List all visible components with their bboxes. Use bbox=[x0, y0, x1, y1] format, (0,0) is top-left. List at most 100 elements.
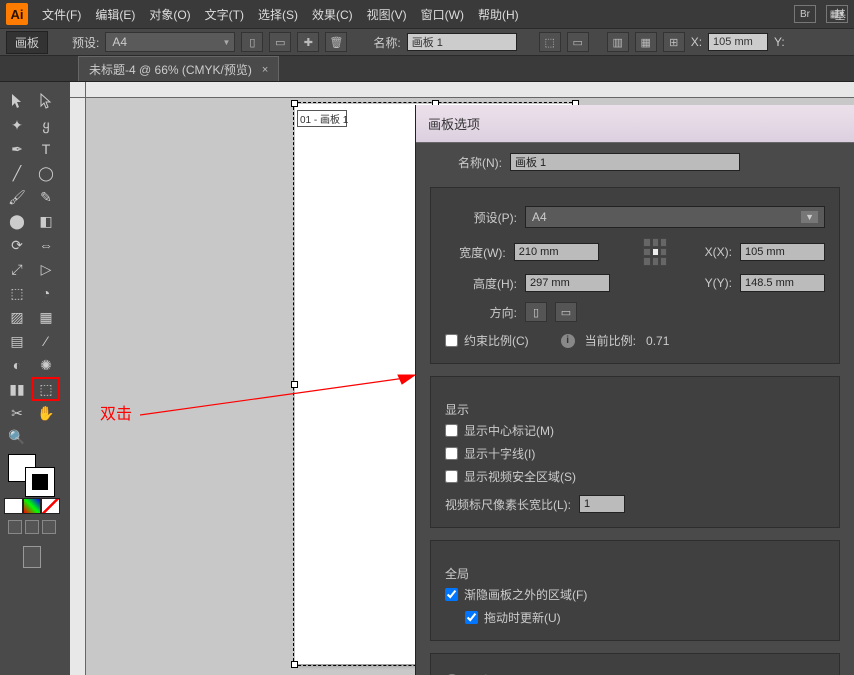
column-graph-tool[interactable]: ▮▮ bbox=[4, 378, 30, 400]
preset-select[interactable]: A4 bbox=[105, 32, 235, 52]
menu-select[interactable]: 选择(S) bbox=[252, 3, 304, 26]
orientation-landscape[interactable]: ▭ bbox=[555, 302, 577, 322]
selection-tool[interactable] bbox=[4, 90, 30, 112]
menu-edit[interactable]: 编辑(E) bbox=[89, 3, 141, 26]
handle-nw[interactable] bbox=[291, 100, 298, 107]
ruler-horizontal[interactable] bbox=[86, 82, 854, 98]
eraser-tool[interactable]: ◧ bbox=[33, 210, 59, 232]
color-mode-solid[interactable] bbox=[4, 498, 23, 514]
reflect-tool[interactable]: ⇔ bbox=[33, 234, 59, 256]
constrain-proportions-label: 约束比例(C) bbox=[464, 332, 529, 349]
new-artboard-button[interactable]: ✚ bbox=[297, 32, 319, 52]
menu-help[interactable]: 帮助(H) bbox=[472, 3, 525, 26]
hand-tool[interactable]: ✋ bbox=[33, 402, 59, 424]
eyedropper-tool[interactable]: ⁄ bbox=[33, 330, 59, 352]
artboard-options-button[interactable]: ▭ bbox=[567, 32, 589, 52]
lasso-tool[interactable]: ყ bbox=[33, 114, 59, 136]
free-transform-tool[interactable]: ⬚ bbox=[4, 282, 30, 304]
menu-object[interactable]: 对象(O) bbox=[143, 3, 196, 26]
handle-sw[interactable] bbox=[291, 661, 298, 668]
show-safe-checkbox[interactable] bbox=[445, 470, 458, 483]
paintbrush-tool[interactable]: 🖌 bbox=[4, 186, 30, 208]
name-label: 名称: bbox=[373, 34, 400, 51]
show-center-checkbox[interactable] bbox=[445, 424, 458, 437]
reference-point[interactable]: ⊞ bbox=[663, 32, 685, 52]
document-tab[interactable]: 未标题-4 @ 66% (CMYK/预览) × bbox=[78, 56, 279, 81]
update-drag-checkbox[interactable] bbox=[465, 611, 478, 624]
width-field[interactable] bbox=[514, 243, 599, 261]
reference-point-grid[interactable] bbox=[643, 238, 667, 266]
magic-wand-tool[interactable]: ✦ bbox=[4, 114, 30, 136]
draw-normal[interactable] bbox=[8, 520, 22, 534]
zoom-tool[interactable]: 🔍 bbox=[4, 426, 30, 448]
preset-field-label: 预设(P): bbox=[445, 209, 517, 226]
pen-tool[interactable]: ✒ bbox=[4, 138, 30, 160]
move-artwork-toggle[interactable]: ⬚ bbox=[539, 32, 561, 52]
tab-title: 未标题-4 @ 66% (CMYK/预览) bbox=[89, 61, 252, 78]
align-to-button[interactable]: ▥ bbox=[607, 32, 629, 52]
screen-mode-button[interactable] bbox=[4, 540, 60, 568]
dlg-x-field[interactable] bbox=[740, 243, 825, 261]
blob-brush-tool[interactable]: ⬤ bbox=[4, 210, 30, 232]
draw-inside[interactable] bbox=[42, 520, 56, 534]
fill-stroke-swatches[interactable] bbox=[4, 454, 60, 496]
shape-builder-tool[interactable]: ◔ bbox=[33, 282, 59, 304]
constrain-proportions-checkbox[interactable] bbox=[445, 334, 458, 347]
rotate-tool[interactable]: ⟳ bbox=[4, 234, 30, 256]
bridge-button[interactable]: Br bbox=[794, 5, 816, 23]
rearrange-button[interactable]: ▦ bbox=[635, 32, 657, 52]
ruler-vertical[interactable] bbox=[70, 98, 86, 675]
orientation-portrait-button[interactable]: ▯ bbox=[241, 32, 263, 52]
pencil-tool[interactable]: ✎ bbox=[33, 186, 59, 208]
gradient-tool[interactable]: ▤ bbox=[4, 330, 30, 352]
x-input[interactable] bbox=[708, 33, 768, 51]
y-label: Y: bbox=[774, 35, 785, 49]
ellipse-tool[interactable]: ◯ bbox=[33, 162, 59, 184]
symbol-sprayer-tool[interactable]: ✺ bbox=[33, 354, 59, 376]
stroke-swatch[interactable] bbox=[26, 468, 54, 496]
width-label: 宽度(W): bbox=[445, 244, 506, 261]
menu-effect[interactable]: 效果(C) bbox=[306, 3, 359, 26]
menu-window[interactable]: 窗口(W) bbox=[415, 3, 470, 26]
scale-tool[interactable]: ⤢ bbox=[4, 258, 30, 280]
artboard-tool[interactable]: ⬚ bbox=[33, 378, 59, 400]
ruler-origin[interactable] bbox=[70, 82, 86, 98]
preset-field[interactable]: A4 bbox=[525, 206, 825, 228]
menu-view[interactable]: 视图(V) bbox=[361, 3, 413, 26]
menu-file[interactable]: 文件(F) bbox=[36, 3, 87, 26]
slice-tool[interactable]: ✂ bbox=[4, 402, 30, 424]
direct-selection-tool[interactable] bbox=[33, 90, 59, 112]
color-mode-none[interactable] bbox=[41, 498, 60, 514]
control-bar: 画板 预设: A4 ▯ ▭ ✚ 🗑 名称: ⬚ ▭ ▥ ▦ ⊞ X: Y: bbox=[0, 28, 854, 56]
name-field[interactable] bbox=[510, 153, 740, 171]
annotation-doubleclick: 双击 bbox=[100, 400, 132, 424]
name-field-label: 名称(N): bbox=[430, 154, 502, 171]
orientation-portrait[interactable]: ▯ bbox=[525, 302, 547, 322]
tab-close-button[interactable]: × bbox=[262, 64, 268, 76]
mesh-tool[interactable]: ▦ bbox=[33, 306, 59, 328]
pixel-aspect-field[interactable] bbox=[579, 495, 625, 513]
show-cross-label: 显示十字线(I) bbox=[464, 445, 535, 462]
delete-artboard-button[interactable]: 🗑 bbox=[325, 32, 347, 52]
menu-type[interactable]: 文字(T) bbox=[199, 3, 250, 26]
artboard-options-dialog: 画板选项 名称(N): 预设(P): A4 宽度(W): X(X): bbox=[415, 105, 854, 675]
info-icon: i bbox=[561, 334, 575, 348]
line-tool[interactable]: ╱ bbox=[4, 162, 30, 184]
artboard-name-input[interactable] bbox=[407, 33, 517, 51]
width-tool[interactable]: ▷ bbox=[33, 258, 59, 280]
height-field[interactable] bbox=[525, 274, 610, 292]
artboard-label[interactable]: 01 - 画板 1 bbox=[297, 110, 347, 127]
orientation-landscape-button[interactable]: ▭ bbox=[269, 32, 291, 52]
fade-outside-checkbox[interactable] bbox=[445, 588, 458, 601]
perspective-grid-tool[interactable]: ▨ bbox=[4, 306, 30, 328]
size-section: 预设(P): A4 宽度(W): X(X): 高度(H): Y(Y): bbox=[430, 187, 840, 364]
type-tool[interactable]: T bbox=[33, 138, 59, 160]
draw-behind[interactable] bbox=[25, 520, 39, 534]
show-cross-checkbox[interactable] bbox=[445, 447, 458, 460]
color-mode-gradient[interactable] bbox=[23, 498, 42, 514]
dlg-y-field[interactable] bbox=[740, 274, 825, 292]
preset-label: 预设: bbox=[72, 34, 99, 51]
x-label: X: bbox=[691, 35, 702, 49]
blend-tool[interactable]: ◐ bbox=[4, 354, 30, 376]
global-section: 全局 渐隐画板之外的区域(F) 拖动时更新(U) bbox=[430, 540, 840, 641]
